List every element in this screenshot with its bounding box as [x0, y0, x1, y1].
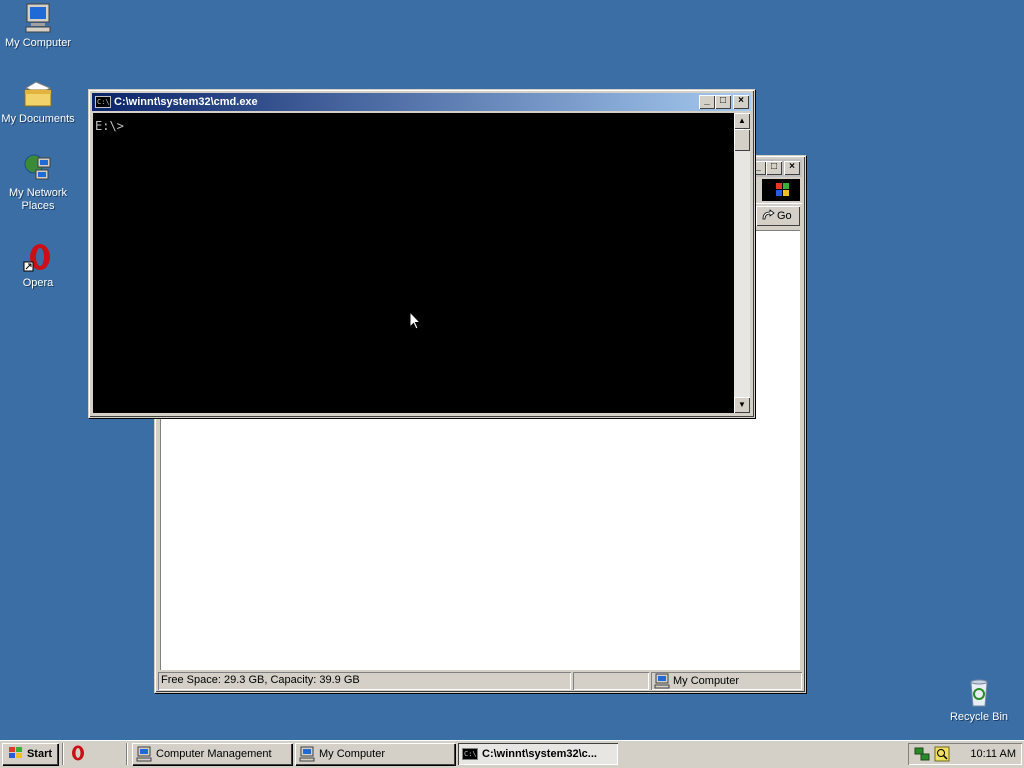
desktop-icon-opera[interactable]: Opera [0, 242, 76, 290]
task-button-cmd[interactable]: C:\ C:\winnt\system32\c... [458, 743, 618, 765]
minimize-button[interactable]: _ [699, 95, 715, 109]
start-button[interactable]: Start [2, 743, 58, 765]
desktop-icon-my-computer[interactable]: My Computer [0, 2, 76, 50]
maximize-button[interactable]: □ [715, 95, 731, 109]
computer-icon [654, 673, 670, 689]
mouse-cursor-icon [409, 310, 422, 331]
status-bar: Free Space: 29.3 GB, Capacity: 39.9 GB M… [158, 672, 802, 690]
task-label: C:\winnt\system32\c... [482, 748, 597, 760]
task-button-my-computer[interactable]: My Computer [295, 743, 455, 765]
desktop-icon-label: My Documents [1, 113, 75, 125]
computer-icon [299, 746, 315, 762]
cmd-icon: C:\ [462, 748, 478, 760]
windows-logo-icon [762, 179, 800, 201]
desktop-icon-my-documents[interactable]: My Documents [0, 78, 76, 126]
computer-icon [22, 2, 54, 34]
network-connection-icon[interactable] [914, 746, 930, 762]
scroll-down-icon[interactable]: ▼ [734, 397, 750, 413]
go-label: Go [777, 210, 792, 222]
quick-launch-opera[interactable] [68, 744, 88, 764]
computer-management-icon [136, 746, 152, 762]
windows-flag-icon [8, 746, 24, 763]
clock[interactable]: 10:11 AM [970, 748, 1016, 760]
scroll-thumb[interactable] [734, 129, 750, 151]
search-icon[interactable] [934, 746, 950, 762]
desktop-icon-label: My Computer [4, 37, 72, 49]
desktop-icon-my-network-places[interactable]: My Network Places [0, 152, 76, 213]
folder-documents-icon [22, 78, 54, 110]
taskbar-separator [62, 743, 64, 765]
task-label: Computer Management [156, 748, 272, 760]
cmd-icon: C:\ [95, 96, 111, 108]
status-location-label: My Computer [673, 675, 740, 687]
status-empty-pane [573, 672, 649, 690]
cmd-titlebar[interactable]: C:\ C:\winnt\system32\cmd.exe _ □ × [92, 93, 751, 111]
close-button[interactable]: × [784, 161, 800, 175]
desktop-icon-label: My Network Places [8, 187, 68, 212]
console-prompt: E:\> [95, 119, 124, 133]
go-arrow-icon [761, 208, 775, 224]
taskbar: Start Computer Management My Computer C:… [0, 740, 1024, 768]
taskbar-separator [126, 743, 128, 765]
desktop-icon-recycle-bin[interactable]: Recycle Bin [941, 676, 1017, 724]
close-button[interactable]: × [733, 95, 749, 109]
task-button-computer-management[interactable]: Computer Management [132, 743, 292, 765]
cmd-window[interactable]: C:\ C:\winnt\system32\cmd.exe _ □ × E:\>… [88, 89, 755, 418]
opera-icon [22, 242, 54, 274]
desktop-icon-label: Recycle Bin [949, 711, 1009, 723]
status-free-space: Free Space: 29.3 GB, Capacity: 39.9 GB [158, 672, 571, 690]
desktop-icon-label: Opera [22, 277, 54, 289]
scroll-up-icon[interactable]: ▲ [734, 113, 750, 129]
recycle-bin-icon [963, 676, 995, 708]
system-tray: 10:11 AM [908, 743, 1022, 765]
console-output[interactable]: E:\> [93, 113, 734, 413]
status-location: My Computer [651, 672, 802, 690]
maximize-button[interactable]: □ [766, 161, 782, 175]
go-button[interactable]: Go [756, 206, 800, 226]
network-icon [22, 152, 54, 184]
start-label: Start [26, 748, 53, 760]
vertical-scrollbar[interactable]: ▲ ▼ [734, 113, 750, 413]
task-label: My Computer [319, 748, 386, 760]
cmd-title: C:\winnt\system32\cmd.exe [114, 96, 258, 108]
opera-icon [71, 745, 85, 764]
